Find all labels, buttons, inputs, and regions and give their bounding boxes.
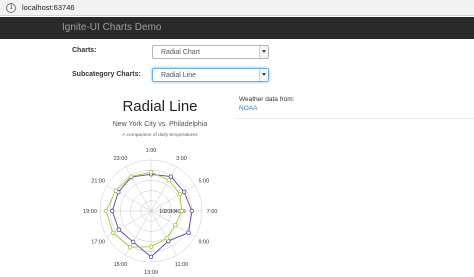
series-marker (168, 174, 174, 179)
angle-tick-label: 23:00 (114, 156, 128, 162)
angle-tick-label: 7:00 (207, 209, 218, 215)
series-marker (164, 236, 170, 241)
angle-tick-label: 11:00 (175, 262, 188, 268)
angle-tick-label: 13:00 (144, 270, 158, 276)
series-marker (177, 191, 183, 197)
grid-spoke (150, 210, 177, 256)
series-marker (148, 254, 154, 260)
angle-tick-label: 5:00 (198, 179, 209, 185)
angle-tick-label: 19:00 (83, 209, 97, 215)
grid-spoke (150, 185, 196, 212)
series-marker (128, 174, 134, 179)
series-marker (179, 208, 184, 214)
angle-tick-label: 3:00 (176, 156, 187, 162)
series-marker (148, 244, 154, 249)
angle-tick-label: 1:00 (146, 148, 157, 154)
angle-tick-label: 17:00 (91, 240, 105, 246)
series-marker (110, 208, 115, 214)
series-marker (127, 245, 133, 250)
angle-tick-label: 15:00 (114, 262, 128, 268)
series-marker (130, 239, 136, 245)
series-marker (173, 222, 178, 228)
series-marker (186, 230, 191, 235)
angle-tick-label: 9:00 (198, 240, 209, 246)
series-marker (181, 189, 187, 195)
series-marker (148, 170, 154, 175)
angle-tick-label: 21:00 (91, 179, 105, 185)
series-marker (113, 188, 118, 193)
series-marker (110, 230, 116, 236)
series-marker (189, 208, 194, 214)
radial-line-chart: 1:00 3:00 5:00 7:00 9:00 11:00 13:00 15:00 17:00… (83, 148, 218, 276)
series-marker (166, 177, 172, 183)
series-marker (103, 208, 109, 214)
series-marker (116, 227, 121, 232)
